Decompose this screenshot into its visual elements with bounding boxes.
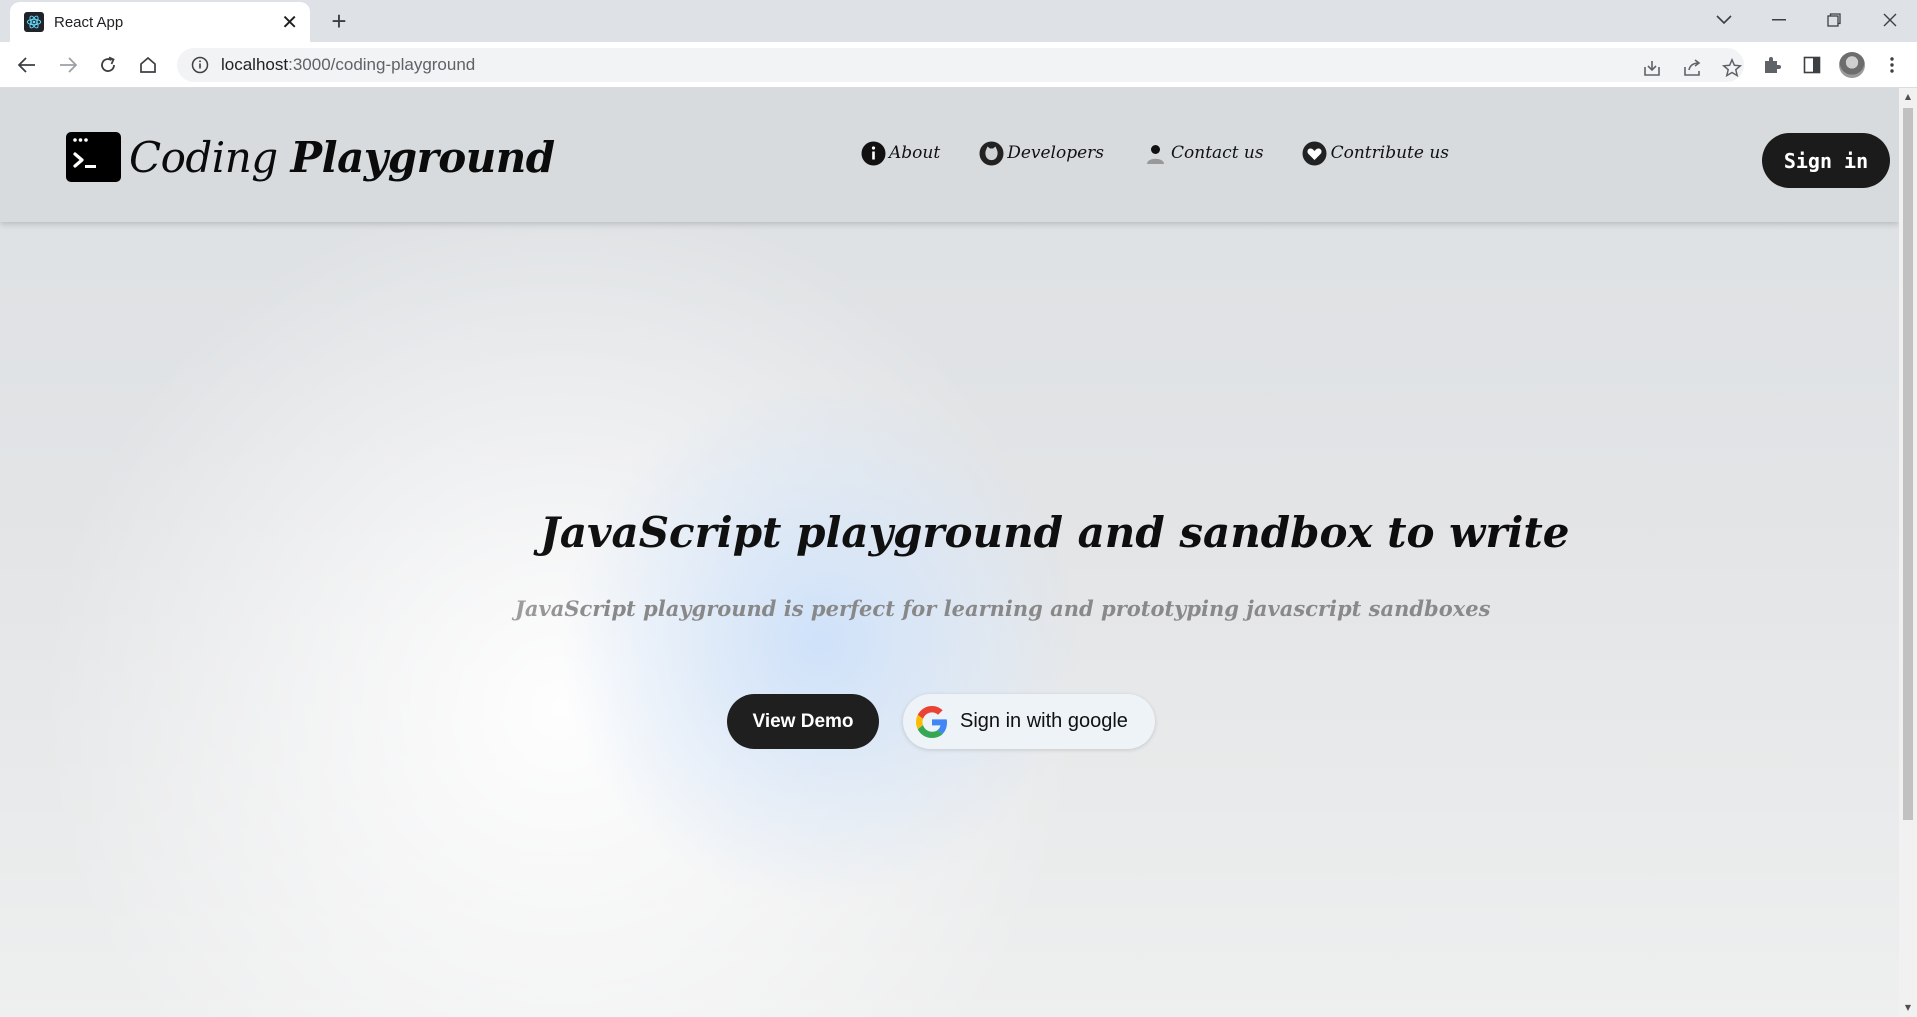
page-scrollbar[interactable]: ▲ ▼: [1899, 88, 1917, 1017]
url-host: localhost: [221, 55, 289, 74]
extensions-puzzle-icon[interactable]: [1758, 51, 1786, 79]
browser-toolbar: localhost:3000/coding-playground: [0, 42, 1917, 88]
tab-title: React App: [54, 13, 124, 31]
browser-menu-icon[interactable]: [1878, 51, 1906, 79]
browser-tab-strip: React App ✕ +: [0, 0, 1917, 42]
site-info-icon[interactable]: [191, 56, 209, 74]
bookmark-star-icon[interactable]: [1718, 54, 1746, 82]
minimize-icon[interactable]: [1759, 6, 1799, 34]
view-demo-button[interactable]: View Demo: [727, 694, 879, 749]
sign-in-button[interactable]: Sign in: [1762, 133, 1890, 188]
nav-about-label: About: [889, 143, 941, 163]
page-viewport: Coding Playground About Developers Conta…: [0, 88, 1899, 1017]
main-nav: About Developers Contact us Contribute u…: [860, 140, 1487, 166]
reload-icon[interactable]: [94, 51, 122, 79]
share-icon[interactable]: [1678, 54, 1706, 82]
tab-search-chevron-icon[interactable]: [1704, 6, 1744, 34]
browser-tab[interactable]: React App ✕: [10, 2, 310, 42]
side-panel-icon[interactable]: [1798, 51, 1826, 79]
scroll-down-arrow-icon[interactable]: ▼: [1903, 1003, 1913, 1013]
brand-name: Coding Playground: [129, 133, 555, 182]
close-window-icon[interactable]: [1870, 6, 1910, 34]
brand-name-bold: Playground: [290, 132, 556, 182]
google-sign-in-button[interactable]: Sign in with google: [903, 694, 1155, 749]
nav-about[interactable]: About: [860, 140, 940, 166]
heart-icon: [1302, 140, 1328, 166]
new-tab-button[interactable]: +: [325, 8, 353, 36]
person-icon: [1142, 140, 1168, 166]
install-app-icon[interactable]: [1638, 54, 1666, 82]
restore-icon[interactable]: [1814, 6, 1854, 34]
scrollbar-thumb[interactable]: [1903, 108, 1913, 820]
brand[interactable]: Coding Playground: [66, 132, 555, 182]
terminal-logo-icon: [66, 132, 121, 182]
info-icon: [860, 140, 886, 166]
nav-developers[interactable]: Developers: [978, 140, 1104, 166]
brand-name-prefix: Coding: [129, 132, 278, 182]
profile-avatar[interactable]: [1838, 51, 1866, 79]
github-icon: [978, 140, 1004, 166]
nav-contact[interactable]: Contact us: [1142, 140, 1264, 166]
site-header: Coding Playground About Developers Conta…: [0, 88, 1899, 222]
address-bar[interactable]: localhost:3000/coding-playground: [177, 48, 1744, 82]
hero-subtitle: JavaScript playground is perfect for lea…: [0, 596, 1899, 621]
url-path: :3000/coding-playground: [288, 55, 476, 74]
home-icon[interactable]: [134, 51, 162, 79]
nav-contact-label: Contact us: [1171, 143, 1264, 163]
forward-arrow-icon[interactable]: [54, 51, 82, 79]
nav-contribute[interactable]: Contribute us: [1302, 140, 1449, 166]
google-sign-in-label: Sign in with google: [960, 710, 1128, 732]
url-text[interactable]: localhost:3000/coding-playground: [221, 55, 475, 75]
react-favicon-icon: [24, 12, 44, 32]
tab-close-icon[interactable]: ✕: [281, 12, 298, 32]
nav-contribute-label: Contribute us: [1330, 143, 1449, 163]
back-arrow-icon[interactable]: [13, 51, 41, 79]
google-g-icon: [916, 705, 947, 738]
nav-developers-label: Developers: [1007, 143, 1105, 163]
scroll-up-arrow-icon[interactable]: ▲: [1903, 92, 1913, 102]
hero-title: JavaScript playground and sandbox to wri…: [0, 508, 1899, 557]
